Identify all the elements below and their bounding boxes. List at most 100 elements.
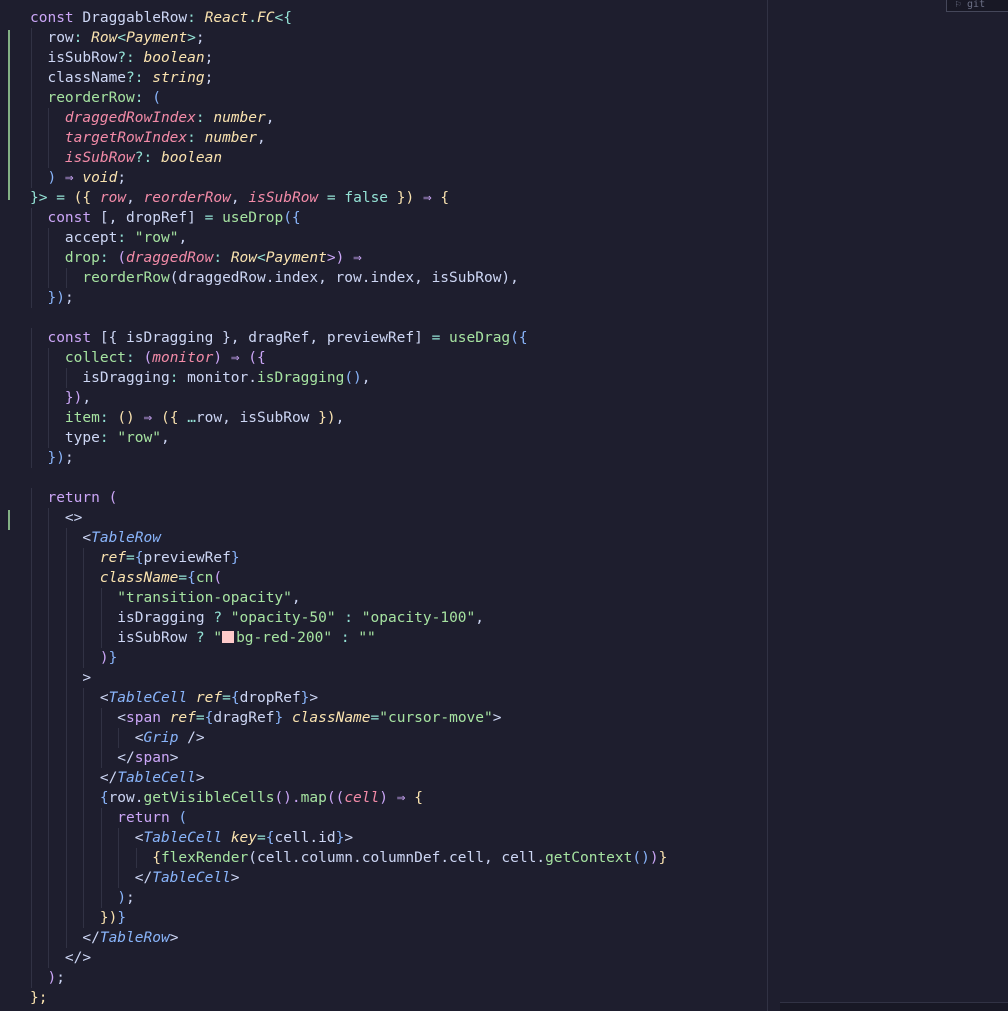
code-line[interactable]: })}: [30, 908, 770, 928]
indent-guide: [31, 648, 32, 668]
git-change-marker: [8, 30, 10, 200]
indent-guide: [31, 948, 32, 968]
indent-guide: [65, 928, 67, 948]
code-line[interactable]: }),: [30, 388, 770, 408]
indent-guide: [31, 508, 32, 528]
code-line[interactable]: className={cn(: [30, 568, 770, 588]
code-line[interactable]: [30, 308, 770, 328]
code-line[interactable]: isDragging ? "opacity-50" : "opacity-100…: [30, 608, 770, 628]
indent-guide: [48, 508, 50, 528]
indent-guide: [65, 768, 67, 788]
code-line[interactable]: return (: [30, 488, 770, 508]
code-line[interactable]: return (: [30, 808, 770, 828]
code-line[interactable]: className?: string;: [30, 68, 770, 88]
code-token: TableCell: [152, 870, 231, 886]
code-token: dropRef: [239, 690, 301, 706]
code-token: :: [335, 610, 362, 626]
code-line[interactable]: const DraggableRow: React.FC<{: [30, 8, 770, 28]
indent-guide: [31, 728, 32, 748]
code-line[interactable]: draggedRowIndex: number,: [30, 108, 770, 128]
code-line[interactable]: </span>: [30, 748, 770, 768]
code-line[interactable]: const [{ isDragging }, dragRef, previewR…: [30, 328, 770, 348]
code-line[interactable]: );: [30, 968, 770, 988]
code-token: ;: [204, 70, 214, 86]
code-line[interactable]: </TableRow>: [30, 928, 770, 948]
code-token: ,: [335, 410, 345, 426]
code-token: <>: [30, 510, 83, 526]
code-token: >: [309, 690, 319, 706]
code-token: false: [344, 190, 389, 206]
code-line[interactable]: targetRowIndex: number,: [30, 128, 770, 148]
code-line[interactable]: reorderRow: (: [30, 88, 770, 108]
code-line[interactable]: <>: [30, 508, 770, 528]
code-token: =: [318, 190, 345, 206]
code-line[interactable]: [30, 468, 770, 488]
code-token: ?:: [134, 150, 161, 166]
code-token: void: [82, 170, 118, 186]
indent-guide: [100, 808, 102, 828]
code-token: ,: [178, 230, 188, 246]
code-line[interactable]: <TableRow: [30, 528, 770, 548]
code-line[interactable]: }> = ({ row, reorderRow, isSubRow = fals…: [30, 188, 770, 208]
code-line[interactable]: ) ⇒ void;: [30, 168, 770, 188]
code-line[interactable]: </TableCell>: [30, 768, 770, 788]
code-line[interactable]: drop: (draggedRow: Row<Payment>) ⇒: [30, 248, 770, 268]
code-token: {: [414, 790, 423, 806]
indent-guide: [83, 828, 85, 848]
code-line[interactable]: collect: (monitor) ⇒ ({: [30, 348, 770, 368]
code-token: TableRow: [91, 530, 161, 546]
code-token: reorderRow: [30, 90, 135, 106]
code-token: span: [126, 710, 170, 726]
code-line[interactable]: {row.getVisibleCells().map((cell) ⇒ {: [30, 788, 770, 808]
code-token: }): [47, 450, 65, 466]
code-token: draggedRowIndex: [30, 110, 196, 126]
indent-guide: [31, 108, 32, 128]
code-line[interactable]: </>: [30, 948, 770, 968]
code-token: =: [257, 830, 266, 846]
code-line[interactable]: isDragging: monitor.isDragging(),: [30, 368, 770, 388]
code-line[interactable]: )}: [30, 648, 770, 668]
code-token: {: [134, 550, 144, 566]
indent-guide: [31, 388, 32, 408]
code-line[interactable]: };: [30, 988, 770, 1008]
indent-guide: [48, 768, 50, 788]
indent-guide: [31, 368, 32, 388]
indent-guide: [48, 668, 50, 688]
code-line[interactable]: );: [30, 888, 770, 908]
code-line[interactable]: reorderRow(draggedRow.index, row.index, …: [30, 268, 770, 288]
code-line[interactable]: isSubRow?: boolean;: [30, 48, 770, 68]
indent-guide: [31, 148, 32, 168]
code-editor[interactable]: ⚐ git const DraggableRow: React.FC<{ row…: [0, 0, 1008, 1011]
code-line[interactable]: isSubRow ? " bg-red-200" : "": [30, 628, 770, 648]
indent-guide: [83, 608, 85, 628]
code-line[interactable]: >: [30, 668, 770, 688]
indent-guide: [65, 888, 67, 908]
code-line[interactable]: <TableCell key={cell.id}>: [30, 828, 770, 848]
code-token: >: [187, 30, 196, 46]
code-token: cell.id: [274, 830, 336, 846]
git-widget[interactable]: ⚐ git: [946, 0, 1008, 12]
code-area[interactable]: const DraggableRow: React.FC<{ row: Row<…: [30, 8, 770, 1008]
code-line[interactable]: row: Row<Payment>;: [30, 28, 770, 48]
code-line[interactable]: </TableCell>: [30, 868, 770, 888]
code-line[interactable]: const [, dropRef] = useDrop({: [30, 208, 770, 228]
code-line[interactable]: });: [30, 448, 770, 468]
code-token: dragRef: [213, 710, 275, 726]
indent-guide: [48, 128, 50, 148]
indent-guide: [100, 608, 102, 628]
code-line[interactable]: <Grip />: [30, 728, 770, 748]
code-token: }): [318, 410, 336, 426]
code-line[interactable]: isSubRow?: boolean: [30, 148, 770, 168]
code-line[interactable]: });: [30, 288, 770, 308]
code-line[interactable]: item: () ⇒ ({ …row, isSubRow }),: [30, 408, 770, 428]
code-token: :: [195, 110, 214, 126]
code-token: isSubRow: [30, 630, 196, 646]
code-line[interactable]: <TableCell ref={dropRef}>: [30, 688, 770, 708]
indent-guide: [118, 828, 120, 848]
code-line[interactable]: {flexRender(cell.column.columnDef.cell, …: [30, 848, 770, 868]
code-line[interactable]: accept: "row",: [30, 228, 770, 248]
code-line[interactable]: <span ref={dragRef} className="cursor-mo…: [30, 708, 770, 728]
code-line[interactable]: type: "row",: [30, 428, 770, 448]
code-line[interactable]: "transition-opacity",: [30, 588, 770, 608]
code-line[interactable]: ref={previewRef}: [30, 548, 770, 568]
